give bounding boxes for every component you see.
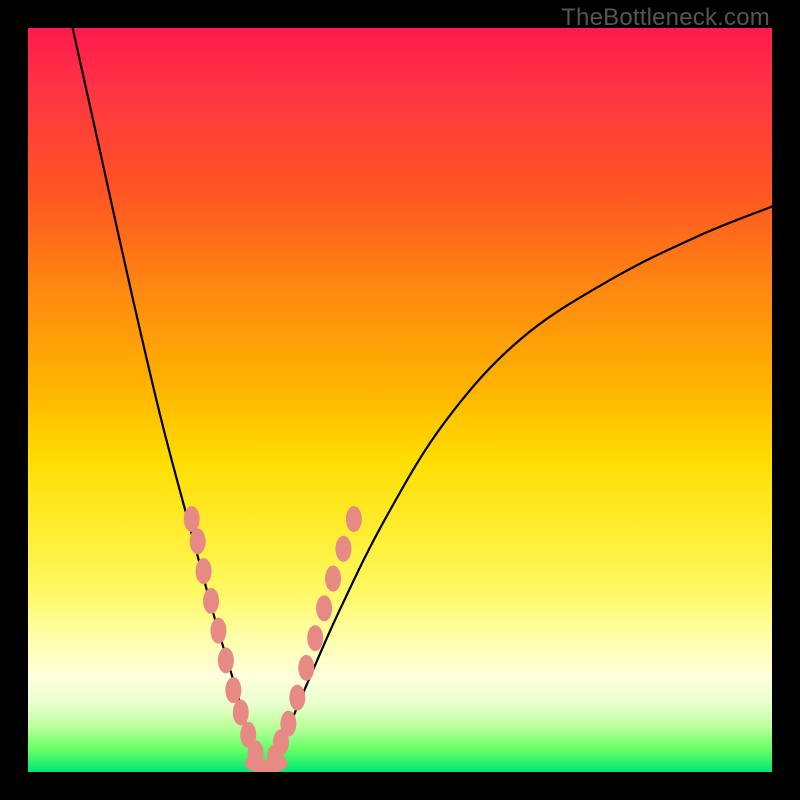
bead-right-4 bbox=[298, 655, 314, 681]
bead-right-2 bbox=[280, 711, 296, 737]
bead-right-7 bbox=[325, 566, 341, 592]
bead-left-0 bbox=[184, 506, 200, 532]
watermark-text: TheBottleneck.com bbox=[561, 4, 770, 32]
bead-left-5 bbox=[218, 647, 234, 673]
curve-right-branch bbox=[266, 207, 772, 772]
bead-left-3 bbox=[203, 588, 219, 614]
bead-left-4 bbox=[210, 618, 226, 644]
bead-layer bbox=[184, 506, 362, 772]
curve-layer bbox=[73, 28, 772, 772]
bead-right-8 bbox=[335, 536, 351, 562]
bead-right-5 bbox=[307, 625, 323, 651]
bead-right-9 bbox=[346, 506, 362, 532]
curve-left-branch bbox=[73, 28, 266, 772]
bead-right-6 bbox=[316, 595, 332, 621]
bead-left-1 bbox=[190, 528, 206, 554]
bead-left-7 bbox=[233, 699, 249, 725]
bead-left-2 bbox=[196, 558, 212, 584]
bead-right-3 bbox=[289, 685, 305, 711]
plot-area bbox=[28, 28, 772, 772]
chart-svg bbox=[28, 28, 772, 772]
bead-bottom-3 bbox=[267, 755, 287, 771]
bead-left-6 bbox=[225, 677, 241, 703]
